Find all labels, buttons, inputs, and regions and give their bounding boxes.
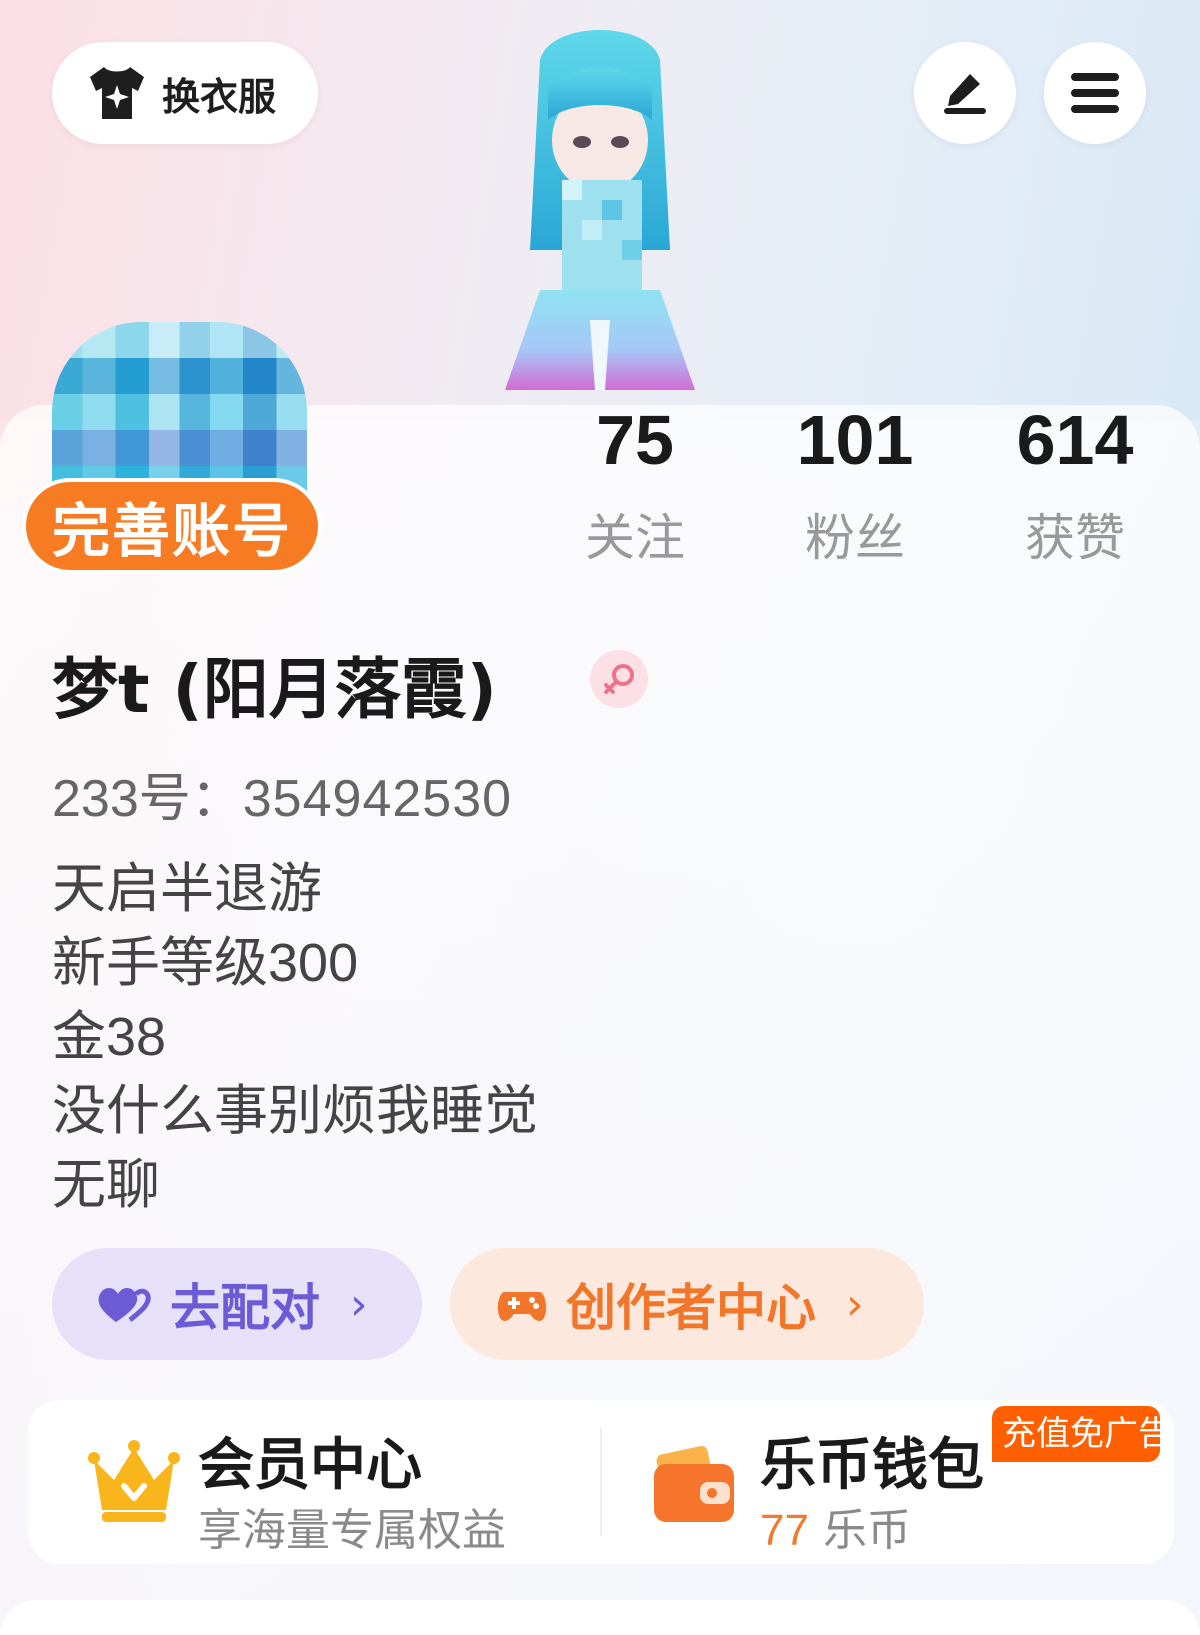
stat-followers[interactable]: 101 粉丝 — [755, 400, 955, 570]
avatar-character[interactable] — [470, 20, 730, 410]
menu-button[interactable] — [1044, 42, 1146, 144]
gamepad-icon — [497, 1292, 547, 1321]
creator-center-label: 创作者中心 — [566, 1279, 816, 1337]
avatar[interactable] — [52, 322, 307, 502]
vip-center-title[interactable]: 会员中心 — [198, 1420, 422, 1501]
following-label: 关注 — [585, 509, 685, 567]
complete-account-label: 完善账号 — [51, 497, 292, 565]
match-button[interactable]: 去配对 › — [52, 1248, 422, 1360]
stat-likes[interactable]: 614 获赞 — [975, 400, 1175, 570]
user-id-value: 354942530 — [242, 770, 513, 828]
divider — [600, 1428, 602, 1536]
promo-badge[interactable]: 充值免广告 — [992, 1406, 1160, 1462]
user-id-label: 233号： — [52, 770, 243, 828]
bio-line: 金38 — [52, 1007, 167, 1067]
stat-following[interactable]: 75 关注 — [535, 400, 735, 570]
edit-profile-button[interactable] — [914, 42, 1016, 144]
complete-account-button[interactable]: 完善账号 — [22, 478, 322, 574]
wallet-balance: 77 乐币 — [760, 1494, 911, 1558]
likes-count: 614 — [1016, 401, 1134, 479]
bio-line: 天启半退游 — [52, 859, 322, 919]
following-count: 75 — [596, 401, 674, 479]
likes-label: 获赞 — [1025, 509, 1125, 567]
nickname: 梦t (阳月落霞) — [52, 651, 497, 728]
change-clothes-label: 换衣服 — [162, 74, 277, 119]
wallet-title[interactable]: 乐币钱包 — [760, 1420, 984, 1501]
followers-label: 粉丝 — [805, 509, 905, 567]
next-section — [0, 1600, 1200, 1635]
hearts-icon — [98, 1288, 151, 1322]
bio: 天启半退游 新手等级300 金38 没什么事别烦我睡觉 无聊 — [52, 852, 538, 1222]
crown-icon — [88, 1440, 180, 1522]
wallet-icon — [654, 1446, 734, 1522]
tshirt-icon — [90, 67, 144, 119]
bio-line: 新手等级300 — [52, 933, 359, 993]
female-gender-icon — [590, 650, 648, 708]
match-label: 去配对 — [170, 1279, 320, 1337]
creator-center-button[interactable]: 创作者中心 › — [450, 1248, 924, 1360]
chevron-right-icon: › — [350, 1278, 368, 1330]
hamburger-menu-icon — [1071, 73, 1119, 113]
coin-unit: 乐币 — [822, 1505, 911, 1556]
coin-amount: 77 — [760, 1506, 809, 1555]
bio-line: 无聊 — [52, 1155, 160, 1215]
vip-center-subtitle: 享海量专属权益 — [198, 1505, 506, 1556]
followers-count: 101 — [796, 401, 914, 479]
user-id: 233号：354942530 — [52, 756, 512, 831]
bio-line: 没什么事别烦我睡觉 — [52, 1081, 538, 1141]
change-clothes-button[interactable]: 换衣服 — [52, 42, 318, 144]
chevron-right-icon: › — [846, 1278, 864, 1330]
pen-icon — [944, 74, 986, 114]
